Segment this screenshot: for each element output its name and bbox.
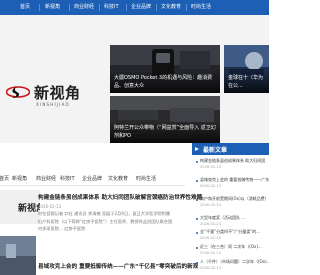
sidebar-item-date: 2026-02-13: [200, 251, 221, 255]
article-thumbnail[interactable]: 新视角: [0, 190, 40, 224]
nav-divider: [156, 4, 157, 11]
sidebar-item[interactable]: 人（千件）（市场问题）二次年（(Ox)... 2026-02-13: [196, 259, 269, 273]
bullet-icon: [196, 232, 198, 234]
bullet-icon: [196, 218, 198, 220]
sidebar-item-title[interactable]: 人（千件）（市场问题）二次年（(Ox)...: [200, 259, 269, 265]
article-image: [0, 236, 36, 275]
bullet-icon: [196, 199, 198, 201]
sidebar-item-date: 2026-02-13: [200, 203, 221, 207]
sidebar-item-date: 2026-02-13: [200, 266, 221, 270]
nav-item-home[interactable]: 首页: [20, 3, 30, 10]
nav-divider: [186, 4, 187, 11]
article-image: 新视角: [0, 190, 40, 224]
sidebar-item-title[interactable]: 县域攻克上会的 重要抵御传统——广东: [200, 177, 269, 183]
sidebar-item[interactable]: 商户和开前受期间(Ox)以（消耗品费）... 2026-02-13: [196, 196, 269, 210]
nav-divider: [39, 4, 40, 11]
hero-card[interactable]: 大疆OSMO Pocket 3的机遇与风险：趣消费品、创意大众: [110, 45, 220, 93]
hero-caption: 阿特兰开公众带物（“网益赏”全面导入 返卫幻剂和PO: [110, 121, 220, 143]
sidebar-item[interactable]: 构建金链条虽创成果体系 助大妇同团 2026-02-13: [196, 158, 269, 172]
nav-divider: [69, 4, 70, 11]
subnav-item-culture[interactable]: 文化教育: [108, 175, 128, 182]
sidebar-item[interactable]: 全“千量”分类时不“广分量类”的... 2026-02-13: [196, 229, 269, 243]
sidebar-item-title[interactable]: 商户和开前受期间(Ox)以（消耗品费）...: [200, 196, 269, 202]
subnav-item-tech[interactable]: 科技IT: [60, 175, 75, 182]
hero-card[interactable]: 阿特兰开公众带物（“网益赏”全面导入 返卫幻剂和PO: [110, 96, 220, 143]
sidebar-item[interactable]: 县域攻克上会的 重要抵御传统——广东 2026-02-13: [196, 177, 269, 191]
sidebar-item-date: 2026-02-13: [200, 165, 221, 169]
sidebar-item-title[interactable]: 近三（在三合）同 二次年（(Ox)...: [200, 244, 269, 250]
subnav-item-xinshijiao[interactable]: 新视角: [12, 175, 27, 182]
bullet-icon: [196, 247, 198, 249]
secondary-nav: 首页 新视角 商业财经 科技IT 企业品牌 文化教育 时尚生活: [0, 172, 185, 186]
logo-subtitle: XINSHIJIAO: [36, 102, 70, 107]
sidebar-item-title[interactable]: 大型年度奖（活动团队 ...: [200, 215, 269, 221]
subnav-item-brand[interactable]: 企业品牌: [82, 175, 102, 182]
sidebar-item-title[interactable]: 全“千量”分类时不“广分量类”的...: [200, 229, 269, 235]
bullet-icon: [196, 161, 198, 163]
latest-articles-header: 最新文章: [192, 143, 269, 155]
subnav-item-lifestyle[interactable]: 时尚生活: [136, 175, 156, 182]
subnav-item-business[interactable]: 商业财经: [36, 175, 56, 182]
top-nav: 首页 新视角 商业财经 科技IT 企业品牌 文化教育 时尚生活: [0, 0, 269, 15]
bullet-icon: [196, 180, 198, 182]
nav-divider: [126, 4, 127, 11]
hero-section: 新视角 XINSHIJIAO 大疆OSMO Pocket 3的机遇与风险：趣消费…: [0, 15, 269, 143]
sidebar-item-date: 2026-02-13: [200, 236, 221, 240]
logo-title: 新视角: [34, 84, 81, 102]
sidebar-item-date: 2026-02-13: [200, 184, 221, 188]
latest-articles-title: 最新文章: [203, 147, 228, 154]
play-icon: [195, 147, 199, 151]
sidebar-item[interactable]: 大型年度奖（活动团队 ... 2026-02-13: [196, 215, 269, 229]
sidebar-item-date: 2026-02-13: [200, 222, 221, 226]
sidebar-item-title[interactable]: 构建金链条虽创成果体系 助大妇同团: [200, 158, 269, 164]
subnav-item-home[interactable]: 首页: [0, 175, 9, 182]
article-thumbnail[interactable]: [0, 236, 36, 275]
nav-item-xinshijiao[interactable]: 新视角: [45, 3, 60, 10]
logo-icon: [6, 86, 30, 98]
hero-caption: 大疆OSMO Pocket 3的机遇与风险：趣消费品、创意大众: [110, 71, 220, 93]
article-title[interactable]: 构建金链条虽创成果体系 助大妇同团队破解宫颈癌防治世界性难题: [38, 193, 202, 201]
nav-item-brand[interactable]: 企业品牌: [131, 3, 151, 10]
nav-divider: [99, 4, 100, 11]
article-title[interactable]: 县域攻克上会的 重要抵御传统——广东“千亿县”零突破后的新观: [38, 262, 198, 270]
article-summary: 时在容报记者 口社 通讯员 李清楠 竞展于2月6日，复旦大学医学院附属妇产科医院…: [38, 211, 173, 231]
nav-item-lifestyle[interactable]: 时尚生活: [191, 3, 211, 10]
nav-item-culture[interactable]: 文化教育: [161, 3, 181, 10]
article-date: 2026-02-13: [38, 204, 62, 209]
sidebar-item[interactable]: 近三（在三合）同 二次年（(Ox)... 2026-02-13: [196, 244, 269, 258]
hero-caption: 金球在十（华为在公...: [224, 71, 269, 93]
thumbnail-logo-text: 新视角: [18, 202, 40, 214]
nav-item-business[interactable]: 商业财经: [74, 3, 94, 10]
bullet-icon: [196, 262, 198, 264]
hero-card[interactable]: 金球在十（华为在公...: [224, 45, 269, 93]
nav-item-tech[interactable]: 科技IT: [104, 3, 119, 10]
